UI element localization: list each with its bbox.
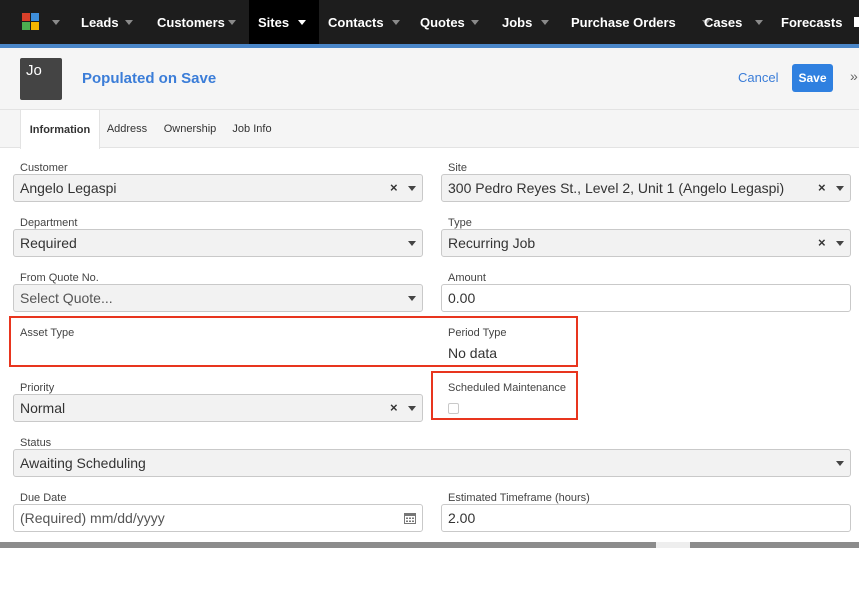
page-title: Populated on Save [82,70,217,87]
contacts-chevron-down-icon[interactable] [392,20,400,25]
app-menu-chevron-down-icon[interactable] [52,20,60,25]
site-chevron-down-icon[interactable] [836,186,844,191]
status-label: Status [20,437,52,449]
expand-double-chevron-icon[interactable]: » [850,68,858,84]
type-label: Type [448,217,472,229]
top-navigation-bar: Leads Customers Sites Contacts Quotes Jo… [0,0,859,45]
estimated-timeframe-value: 2.00 [448,510,476,526]
tab-ownership[interactable]: Ownership [154,110,226,148]
type-value: Recurring Job [448,235,536,251]
save-button[interactable]: Save [792,64,833,92]
site-value: 300 Pedro Reyes St., Level 2, Unit 1 (An… [448,180,785,196]
nav-item-sites-label: Sites [258,14,290,30]
priority-value: Normal [20,400,66,416]
site-clear-icon[interactable]: × [818,180,826,195]
period-type-label: Period Type [448,327,507,339]
type-chevron-down-icon[interactable] [836,241,844,246]
status-chevron-down-icon[interactable] [836,461,844,466]
leads-chevron-down-icon[interactable] [125,20,133,25]
customer-clear-icon[interactable]: × [390,180,398,195]
sites-chevron-down-icon[interactable] [298,20,306,25]
scheduled-maintenance-label: Scheduled Maintenance [448,382,567,394]
nav-item-forecasts[interactable]: Forecasts [781,0,842,44]
nav-item-jobs[interactable]: Jobs [502,0,532,44]
section-tabs: Information Address Ownership Job Info [0,110,859,149]
amount-value: 0.00 [448,290,476,306]
customer-label: Customer [20,162,68,174]
nav-item-leads[interactable]: Leads [81,0,119,44]
department-value: Required [20,235,77,251]
estimated-timeframe-label: Estimated Timeframe (hours) [448,492,590,504]
nav-item-sites[interactable]: Sites [249,0,319,44]
site-select[interactable]: 300 Pedro Reyes St., Level 2, Unit 1 (An… [441,174,851,202]
customer-select[interactable]: Angelo Legaspi × [13,174,423,202]
quotes-chevron-down-icon[interactable] [471,20,479,25]
tab-information[interactable]: Information [20,110,100,149]
tab-job-info[interactable]: Job Info [226,110,278,148]
nav-item-contacts[interactable]: Contacts [328,0,384,44]
customer-chevron-down-icon[interactable] [408,186,416,191]
department-select[interactable]: Required [13,229,423,257]
from-quote-chevron-down-icon[interactable] [408,296,416,301]
priority-select[interactable]: Normal × [13,394,423,422]
status-value: Awaiting Scheduling [20,455,146,471]
estimated-timeframe-input[interactable]: 2.00 [441,504,851,532]
bottom-scroll-divider [0,542,859,548]
asset-type-label: Asset Type [20,327,75,339]
from-quote-label: From Quote No. [20,272,99,284]
avatar: Jo [20,58,62,100]
nav-item-customers[interactable]: Customers [157,0,225,44]
tab-address[interactable]: Address [100,110,154,148]
jobs-chevron-down-icon[interactable] [541,20,549,25]
amount-label: Amount [448,272,486,284]
customer-value: Angelo Legaspi [20,180,117,196]
app-logo-icon[interactable] [22,13,40,31]
priority-clear-icon[interactable]: × [390,400,398,415]
from-quote-select[interactable]: Select Quote... [13,284,423,312]
calendar-icon[interactable] [404,512,416,524]
customers-chevron-down-icon[interactable] [228,20,236,25]
due-date-placeholder: (Required) mm/dd/yyyy [20,510,165,526]
due-date-label: Due Date [20,492,67,504]
nav-item-purchase-orders[interactable]: Purchase Orders [571,0,676,44]
scheduled-maintenance-checkbox[interactable] [448,403,459,414]
type-select[interactable]: Recurring Job × [441,229,851,257]
department-label: Department [20,217,78,229]
bottom-scroll-thumb[interactable] [656,542,690,548]
cancel-button[interactable]: Cancel [738,70,778,85]
type-clear-icon[interactable]: × [818,235,826,250]
due-date-input[interactable]: (Required) mm/dd/yyyy [13,504,423,532]
cases-chevron-down-icon[interactable] [755,20,763,25]
priority-label: Priority [20,382,55,394]
department-chevron-down-icon[interactable] [408,241,416,246]
job-form-screen: Leads Customers Sites Contacts Quotes Jo… [0,0,859,604]
site-label: Site [448,162,467,174]
amount-input[interactable]: 0.00 [441,284,851,312]
from-quote-value: Select Quote... [20,290,113,306]
nav-overflow-item[interactable] [854,17,859,27]
nav-item-quotes[interactable]: Quotes [420,0,465,44]
status-select[interactable]: Awaiting Scheduling [13,449,851,477]
nav-item-cases[interactable]: Cases [704,0,742,44]
priority-chevron-down-icon[interactable] [408,406,416,411]
record-header: Jo Populated on Save Cancel Save » [0,48,859,110]
period-type-value: No data [448,345,498,361]
